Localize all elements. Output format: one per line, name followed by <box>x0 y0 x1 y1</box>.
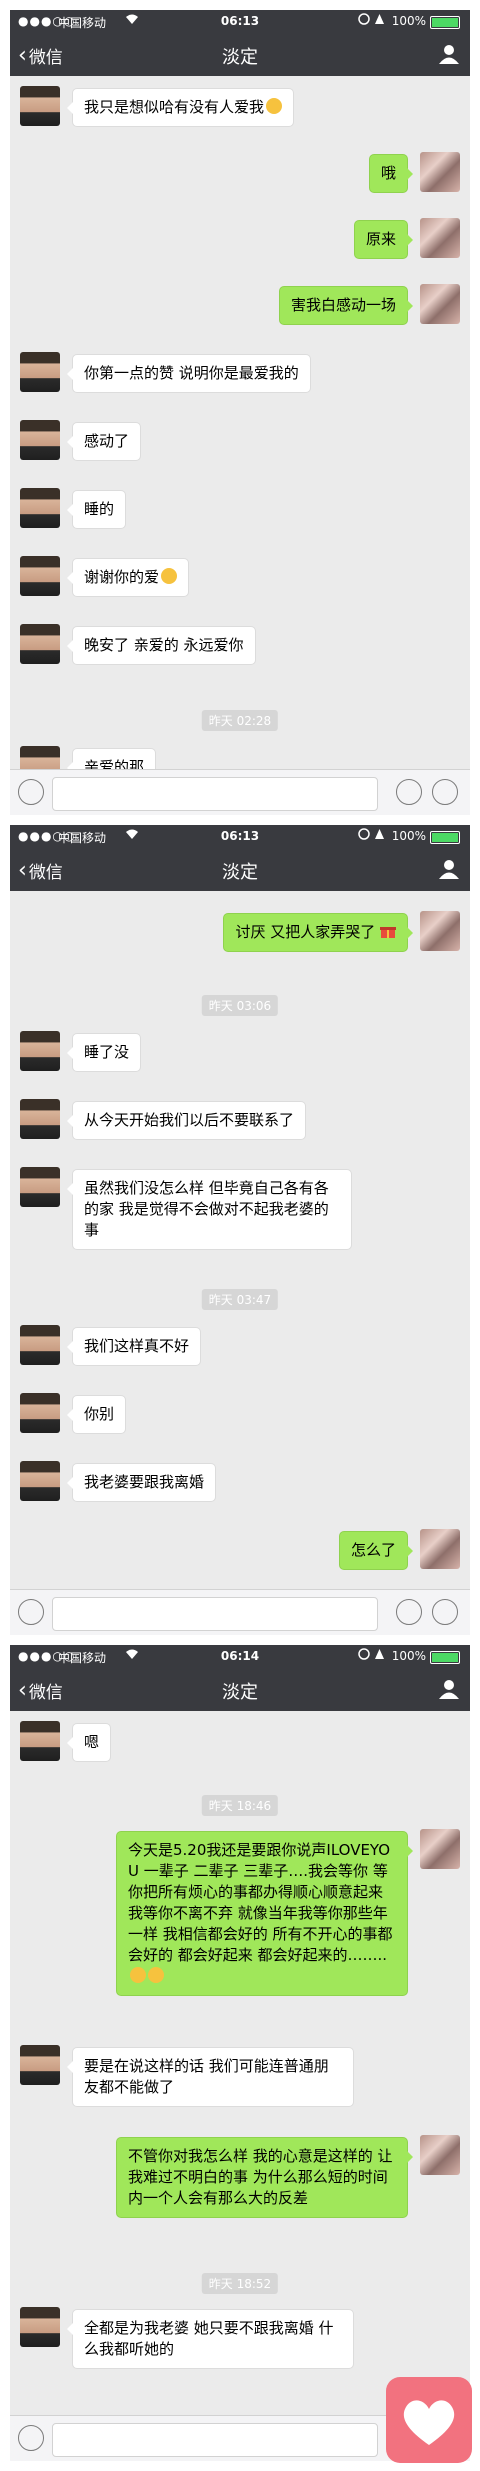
avatar[interactable] <box>420 218 460 258</box>
avatar[interactable] <box>20 556 60 596</box>
avatar[interactable] <box>20 1721 60 1761</box>
message-bubble[interactable]: 嗯 <box>66 1723 112 1762</box>
battery-percent: 100% <box>391 1649 426 1663</box>
avatar[interactable] <box>420 2135 460 2175</box>
message-input[interactable] <box>52 777 378 811</box>
alarm-icon <box>374 828 385 843</box>
smile-emoji-icon <box>130 1967 146 1983</box>
nav-bar: ‹ 微信 淡定 <box>10 1667 470 1711</box>
battery-icon <box>430 16 460 29</box>
chat-screenshot-2: ●●●○○ 中国移动 06:13 100% ‹ 微信 淡定 讨厌 又把人家弄哭了… <box>10 825 470 1635</box>
status-bar: ●●●○○ 中国移动 06:14 100% <box>10 1645 470 1667</box>
battery-icon <box>430 1651 460 1664</box>
message-bubble[interactable]: 睡了没 <box>66 1033 142 1072</box>
chat-screenshot-1: ●●●○○ 中国移动 06:13 100% ‹ 微信 淡定 我只是想似哈有没有人… <box>10 10 470 815</box>
chat-title: 淡定 <box>222 47 258 68</box>
input-bar <box>10 769 470 815</box>
chat-title: 淡定 <box>222 862 258 883</box>
avatar[interactable] <box>20 1167 60 1207</box>
message-bubble[interactable]: 谢谢你的爱 <box>66 558 190 597</box>
timestamp: 昨天 18:52 <box>201 2273 279 2294</box>
avatar[interactable] <box>20 2307 60 2347</box>
voice-icon[interactable] <box>18 2425 44 2451</box>
nav-bar: ‹ 微信 淡定 <box>10 847 470 891</box>
message-bubble[interactable]: 害我白感动一场 <box>278 286 414 325</box>
message-bubble[interactable]: 原来 <box>353 220 414 259</box>
avatar[interactable] <box>420 1829 460 1869</box>
message-bubble[interactable]: 我老婆要跟我离婚 <box>66 1463 217 1502</box>
message-input[interactable] <box>52 1597 378 1631</box>
emoji-icon[interactable] <box>396 1599 422 1625</box>
input-bar <box>10 1589 470 1635</box>
avatar[interactable] <box>20 2045 60 2085</box>
message-bubble[interactable]: 我只是想似哈有没有人爱我 <box>66 88 295 127</box>
avatar[interactable] <box>20 1393 60 1433</box>
status-bar: ●●●○○ 中国移动 06:13 100% <box>10 10 470 32</box>
avatar[interactable] <box>420 152 460 192</box>
message-bubble[interactable]: 你第一点的赞 说明你是最爱我的 <box>67 354 311 393</box>
message-bubble[interactable]: 我们这样真不好 <box>66 1327 202 1366</box>
profile-icon[interactable] <box>438 858 460 880</box>
battery-percent: 100% <box>391 829 426 843</box>
status-bar: ●●●○○ 中国移动 06:13 100% <box>10 825 470 847</box>
voice-icon[interactable] <box>18 779 44 805</box>
avatar[interactable] <box>20 1325 60 1365</box>
avatar[interactable] <box>420 284 460 324</box>
avatar[interactable] <box>20 488 60 528</box>
timestamp: 昨天 02:28 <box>201 710 279 731</box>
avatar[interactable] <box>420 1529 460 1569</box>
message-bubble[interactable]: 虽然我们没怎么样 但毕竟自己各有各的家 我是觉得不会做对不起我老婆的事 <box>67 1169 352 1250</box>
emoji-icon[interactable] <box>396 779 422 805</box>
voice-icon[interactable] <box>18 1599 44 1625</box>
alarm-icon <box>374 13 385 28</box>
avatar[interactable] <box>20 1099 60 1139</box>
rotation-lock-icon <box>358 13 370 28</box>
avatar[interactable] <box>20 624 60 664</box>
plus-icon[interactable] <box>432 1599 458 1625</box>
message-bubble[interactable]: 你别 <box>66 1395 127 1434</box>
avatar[interactable] <box>20 1461 60 1501</box>
battery-percent: 100% <box>391 14 426 28</box>
timestamp: 昨天 03:47 <box>201 1289 279 1310</box>
rotation-lock-icon <box>358 828 370 843</box>
message-bubble[interactable]: 感动了 <box>66 422 142 461</box>
avatar[interactable] <box>20 352 60 392</box>
grin-emoji-icon <box>266 98 283 114</box>
avatar[interactable] <box>20 420 60 460</box>
message-bubble[interactable]: 从今天开始我们以后不要联系了 <box>66 1101 307 1140</box>
timestamp: 昨天 03:06 <box>201 995 279 1016</box>
heart-logo-icon <box>386 2377 472 2463</box>
message-bubble[interactable]: 全都是为我老婆 她只要不跟我离婚 什么我都听她的 <box>67 2309 354 2369</box>
plus-icon[interactable] <box>432 779 458 805</box>
profile-icon[interactable] <box>438 43 460 65</box>
message-bubble[interactable]: 要是在说这样的话 我们可能连普通朋友都不能做了 <box>67 2047 354 2107</box>
gift-emoji-icon <box>380 927 396 938</box>
nav-bar: ‹ 微信 淡定 <box>10 32 470 76</box>
message-bubble[interactable]: 怎么了 <box>338 1531 414 1570</box>
battery-icon <box>430 831 460 844</box>
smile-emoji-icon <box>161 568 178 584</box>
rotation-lock-icon <box>358 1648 370 1663</box>
message-input[interactable] <box>52 2423 378 2457</box>
message-bubble[interactable]: 不管你对我怎么样 我的心意是这样的 让我难过不明白的事 为什么那么短的时间内一个… <box>116 2137 413 2218</box>
avatar[interactable] <box>20 1031 60 1071</box>
message-bubble[interactable]: 讨厌 又把人家弄哭了 <box>223 913 413 952</box>
smile-emoji-icon <box>148 1967 164 1983</box>
alarm-icon <box>374 1648 385 1663</box>
chat-title: 淡定 <box>222 1682 258 1703</box>
avatar[interactable] <box>20 86 60 126</box>
profile-icon[interactable] <box>438 1678 460 1700</box>
message-bubble[interactable]: 哦 <box>368 154 414 193</box>
avatar[interactable] <box>420 911 460 951</box>
message-bubble[interactable]: 晚安了 亲爱的 永远爱你 <box>67 626 256 665</box>
message-bubble[interactable]: 睡的 <box>66 490 127 529</box>
timestamp: 昨天 18:46 <box>201 1795 279 1816</box>
chat-screenshot-3: ●●●○○ 中国移动 06:14 100% ‹ 微信 淡定 嗯 昨天 18:46… <box>10 1645 470 2461</box>
message-bubble[interactable]: 今天是5.20我还是要跟你说声ILOVEYOU 一辈子 二辈子 三辈子….我会等… <box>116 1831 413 1996</box>
